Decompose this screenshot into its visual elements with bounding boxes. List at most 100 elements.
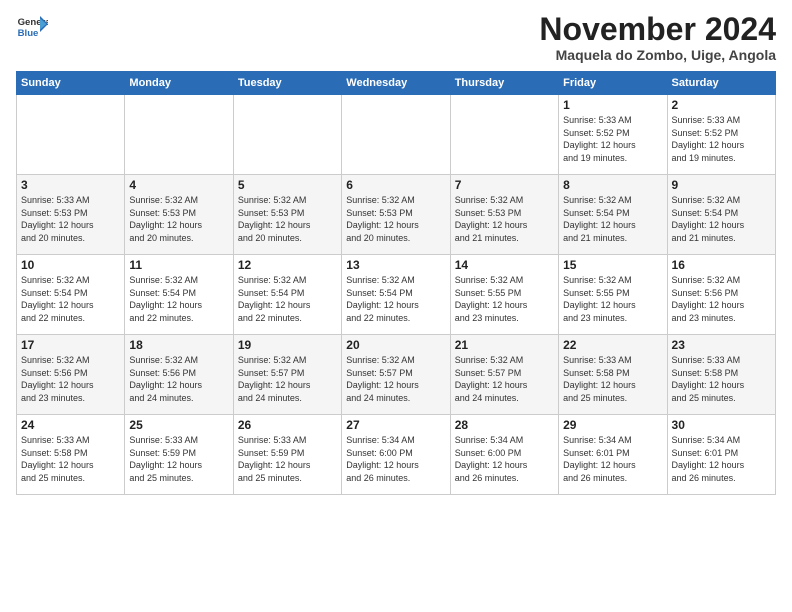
col-thursday: Thursday: [450, 72, 558, 95]
day-number: 3: [21, 178, 120, 192]
day-number: 28: [455, 418, 554, 432]
day-info: Sunrise: 5:32 AM Sunset: 5:57 PM Dayligh…: [238, 354, 337, 404]
cell-1-2: 5 Sunrise: 5:32 AM Sunset: 5:53 PM Daylig…: [233, 175, 341, 255]
cell-4-6: 30 Sunrise: 5:34 AM Sunset: 6:01 PM Dayli…: [667, 415, 775, 495]
day-number: 1: [563, 98, 662, 112]
day-info: Sunrise: 5:33 AM Sunset: 5:52 PM Dayligh…: [672, 114, 771, 164]
col-saturday: Saturday: [667, 72, 775, 95]
day-info: Sunrise: 5:32 AM Sunset: 5:56 PM Dayligh…: [21, 354, 120, 404]
cell-0-3: [342, 95, 450, 175]
day-number: 30: [672, 418, 771, 432]
cell-2-4: 14Sunrise: 5:32 AM Sunset: 5:55 PM Dayli…: [450, 255, 558, 335]
cell-0-2: [233, 95, 341, 175]
cell-0-0: [17, 95, 125, 175]
cell-0-4: [450, 95, 558, 175]
cell-1-0: 3 Sunrise: 5:33 AM Sunset: 5:53 PM Daylig…: [17, 175, 125, 255]
cell-3-0: 17 Sunrise: 5:32 AM Sunset: 5:56 PM Dayli…: [17, 335, 125, 415]
day-number: 26: [238, 418, 337, 432]
cell-2-6: 16 Sunrise: 5:32 AM Sunset: 5:56 PM Dayli…: [667, 255, 775, 335]
week-row-4: 17 Sunrise: 5:32 AM Sunset: 5:56 PM Dayli…: [17, 335, 776, 415]
day-number: 7: [455, 178, 554, 192]
cell-1-1: 4Sunrise: 5:32 AM Sunset: 5:53 PM Daylig…: [125, 175, 233, 255]
day-info: Sunrise: 5:33 AM Sunset: 5:52 PM Dayligh…: [563, 114, 662, 164]
day-info: Sunrise: 5:32 AM Sunset: 5:54 PM Dayligh…: [238, 274, 337, 324]
day-info: Sunrise: 5:34 AM Sunset: 6:01 PM Dayligh…: [672, 434, 771, 484]
day-info: Sunrise: 5:32 AM Sunset: 5:56 PM Dayligh…: [129, 354, 228, 404]
cell-3-3: 20Sunrise: 5:32 AM Sunset: 5:57 PM Dayli…: [342, 335, 450, 415]
day-number: 16: [672, 258, 771, 272]
col-sunday: Sunday: [17, 72, 125, 95]
day-number: 23: [672, 338, 771, 352]
cell-1-5: 8 Sunrise: 5:32 AM Sunset: 5:54 PM Daylig…: [559, 175, 667, 255]
cell-4-0: 24 Sunrise: 5:33 AM Sunset: 5:58 PM Dayli…: [17, 415, 125, 495]
day-info: Sunrise: 5:32 AM Sunset: 5:57 PM Dayligh…: [455, 354, 554, 404]
day-number: 24: [21, 418, 120, 432]
logo-icon: General Blue: [16, 12, 48, 44]
day-info: Sunrise: 5:33 AM Sunset: 5:53 PM Dayligh…: [21, 194, 120, 244]
cell-0-5: 1 Sunrise: 5:33 AM Sunset: 5:52 PM Daylig…: [559, 95, 667, 175]
cell-2-1: 11Sunrise: 5:32 AM Sunset: 5:54 PM Dayli…: [125, 255, 233, 335]
day-info: Sunrise: 5:34 AM Sunset: 6:00 PM Dayligh…: [346, 434, 445, 484]
month-title: November 2024: [539, 12, 776, 47]
week-row-2: 3 Sunrise: 5:33 AM Sunset: 5:53 PM Daylig…: [17, 175, 776, 255]
header-row: Sunday Monday Tuesday Wednesday Thursday…: [17, 72, 776, 95]
day-number: 13: [346, 258, 445, 272]
day-number: 4: [129, 178, 228, 192]
day-number: 5: [238, 178, 337, 192]
day-number: 2: [672, 98, 771, 112]
day-number: 17: [21, 338, 120, 352]
week-row-5: 24 Sunrise: 5:33 AM Sunset: 5:58 PM Dayli…: [17, 415, 776, 495]
day-number: 6: [346, 178, 445, 192]
title-block: November 2024 Maquela do Zombo, Uige, An…: [539, 12, 776, 63]
cell-1-6: 9 Sunrise: 5:32 AM Sunset: 5:54 PM Daylig…: [667, 175, 775, 255]
day-info: Sunrise: 5:33 AM Sunset: 5:58 PM Dayligh…: [563, 354, 662, 404]
location-title: Maquela do Zombo, Uige, Angola: [539, 47, 776, 63]
col-tuesday: Tuesday: [233, 72, 341, 95]
day-number: 27: [346, 418, 445, 432]
day-number: 29: [563, 418, 662, 432]
day-info: Sunrise: 5:32 AM Sunset: 5:53 PM Dayligh…: [238, 194, 337, 244]
cell-2-0: 10 Sunrise: 5:32 AM Sunset: 5:54 PM Dayli…: [17, 255, 125, 335]
logo: General Blue: [16, 12, 48, 44]
day-number: 11: [129, 258, 228, 272]
cell-4-4: 28Sunrise: 5:34 AM Sunset: 6:00 PM Dayli…: [450, 415, 558, 495]
day-number: 9: [672, 178, 771, 192]
day-info: Sunrise: 5:33 AM Sunset: 5:59 PM Dayligh…: [238, 434, 337, 484]
week-row-1: 1 Sunrise: 5:33 AM Sunset: 5:52 PM Daylig…: [17, 95, 776, 175]
cell-3-5: 22Sunrise: 5:33 AM Sunset: 5:58 PM Dayli…: [559, 335, 667, 415]
calendar-table: Sunday Monday Tuesday Wednesday Thursday…: [16, 71, 776, 495]
day-info: Sunrise: 5:32 AM Sunset: 5:55 PM Dayligh…: [455, 274, 554, 324]
cell-2-3: 13 Sunrise: 5:32 AM Sunset: 5:54 PM Dayli…: [342, 255, 450, 335]
day-info: Sunrise: 5:34 AM Sunset: 6:01 PM Dayligh…: [563, 434, 662, 484]
col-friday: Friday: [559, 72, 667, 95]
day-info: Sunrise: 5:32 AM Sunset: 5:55 PM Dayligh…: [563, 274, 662, 324]
week-row-3: 10 Sunrise: 5:32 AM Sunset: 5:54 PM Dayli…: [17, 255, 776, 335]
cell-1-3: 6Sunrise: 5:32 AM Sunset: 5:53 PM Daylig…: [342, 175, 450, 255]
cell-4-2: 26 Sunrise: 5:33 AM Sunset: 5:59 PM Dayli…: [233, 415, 341, 495]
day-info: Sunrise: 5:32 AM Sunset: 5:53 PM Dayligh…: [455, 194, 554, 244]
cell-3-6: 23 Sunrise: 5:33 AM Sunset: 5:58 PM Dayli…: [667, 335, 775, 415]
day-number: 12: [238, 258, 337, 272]
cell-0-6: 2 Sunrise: 5:33 AM Sunset: 5:52 PM Daylig…: [667, 95, 775, 175]
day-info: Sunrise: 5:32 AM Sunset: 5:54 PM Dayligh…: [563, 194, 662, 244]
day-number: 25: [129, 418, 228, 432]
day-info: Sunrise: 5:33 AM Sunset: 5:58 PM Dayligh…: [21, 434, 120, 484]
svg-text:Blue: Blue: [18, 28, 39, 39]
day-info: Sunrise: 5:33 AM Sunset: 5:59 PM Dayligh…: [129, 434, 228, 484]
day-number: 19: [238, 338, 337, 352]
day-info: Sunrise: 5:32 AM Sunset: 5:54 PM Dayligh…: [672, 194, 771, 244]
day-number: 10: [21, 258, 120, 272]
cell-4-3: 27 Sunrise: 5:34 AM Sunset: 6:00 PM Dayli…: [342, 415, 450, 495]
cell-3-1: 18 Sunrise: 5:32 AM Sunset: 5:56 PM Dayli…: [125, 335, 233, 415]
day-number: 8: [563, 178, 662, 192]
day-info: Sunrise: 5:32 AM Sunset: 5:54 PM Dayligh…: [21, 274, 120, 324]
day-info: Sunrise: 5:33 AM Sunset: 5:58 PM Dayligh…: [672, 354, 771, 404]
day-info: Sunrise: 5:32 AM Sunset: 5:56 PM Dayligh…: [672, 274, 771, 324]
day-number: 18: [129, 338, 228, 352]
cell-1-4: 7 Sunrise: 5:32 AM Sunset: 5:53 PM Daylig…: [450, 175, 558, 255]
cell-3-2: 19 Sunrise: 5:32 AM Sunset: 5:57 PM Dayli…: [233, 335, 341, 415]
day-number: 20: [346, 338, 445, 352]
day-info: Sunrise: 5:32 AM Sunset: 5:54 PM Dayligh…: [346, 274, 445, 324]
page: General Blue November 2024 Maquela do Zo…: [0, 0, 792, 507]
cell-0-1: [125, 95, 233, 175]
